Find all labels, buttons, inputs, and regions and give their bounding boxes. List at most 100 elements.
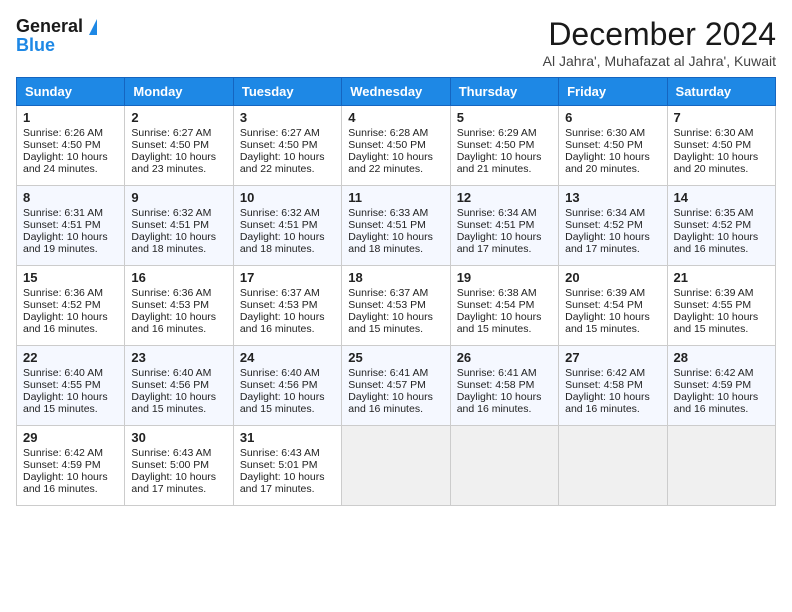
cell-line: Daylight: 10 hours xyxy=(348,391,443,403)
cell-line: Sunrise: 6:43 AM xyxy=(240,447,335,459)
cell-line: Sunset: 4:51 PM xyxy=(131,219,226,231)
cell-line: and 15 minutes. xyxy=(348,323,443,335)
cell-line: Daylight: 10 hours xyxy=(348,151,443,163)
cell-line: and 16 minutes. xyxy=(240,323,335,335)
cell-line: Sunset: 4:50 PM xyxy=(565,139,660,151)
cell-line: Daylight: 10 hours xyxy=(131,471,226,483)
cell-line: Sunrise: 6:42 AM xyxy=(565,367,660,379)
day-number: 25 xyxy=(348,350,443,365)
calendar-cell: 12Sunrise: 6:34 AMSunset: 4:51 PMDayligh… xyxy=(450,186,558,266)
day-number: 29 xyxy=(23,430,118,445)
day-number: 6 xyxy=(565,110,660,125)
cell-line: Sunrise: 6:29 AM xyxy=(457,127,552,139)
day-number: 8 xyxy=(23,190,118,205)
calendar-cell: 10Sunrise: 6:32 AMSunset: 4:51 PMDayligh… xyxy=(233,186,341,266)
cell-line: Daylight: 10 hours xyxy=(23,471,118,483)
calendar-cell: 26Sunrise: 6:41 AMSunset: 4:58 PMDayligh… xyxy=(450,346,558,426)
cell-line: Sunset: 4:52 PM xyxy=(565,219,660,231)
day-number: 28 xyxy=(674,350,769,365)
day-number: 4 xyxy=(348,110,443,125)
day-number: 17 xyxy=(240,270,335,285)
cell-line: and 16 minutes. xyxy=(457,403,552,415)
day-number: 14 xyxy=(674,190,769,205)
cell-line: Sunset: 4:50 PM xyxy=(348,139,443,151)
cell-line: Sunrise: 6:36 AM xyxy=(131,287,226,299)
calendar-cell: 28Sunrise: 6:42 AMSunset: 4:59 PMDayligh… xyxy=(667,346,775,426)
logo: General Blue xyxy=(16,16,97,56)
calendar-cell: 20Sunrise: 6:39 AMSunset: 4:54 PMDayligh… xyxy=(559,266,667,346)
cell-line: Sunrise: 6:34 AM xyxy=(457,207,552,219)
calendar-cell: 3Sunrise: 6:27 AMSunset: 4:50 PMDaylight… xyxy=(233,106,341,186)
day-number: 13 xyxy=(565,190,660,205)
day-number: 20 xyxy=(565,270,660,285)
calendar-cell: 31Sunrise: 6:43 AMSunset: 5:01 PMDayligh… xyxy=(233,426,341,506)
col-header-sunday: Sunday xyxy=(17,78,125,106)
calendar-header-row: SundayMondayTuesdayWednesdayThursdayFrid… xyxy=(17,78,776,106)
logo-shape-icon xyxy=(89,19,97,35)
cell-line: Sunrise: 6:32 AM xyxy=(240,207,335,219)
cell-line: Sunrise: 6:30 AM xyxy=(674,127,769,139)
col-header-saturday: Saturday xyxy=(667,78,775,106)
cell-line: Sunset: 4:51 PM xyxy=(240,219,335,231)
cell-line: Sunrise: 6:38 AM xyxy=(457,287,552,299)
cell-line: Sunset: 4:50 PM xyxy=(240,139,335,151)
cell-line: Daylight: 10 hours xyxy=(674,151,769,163)
calendar-cell: 30Sunrise: 6:43 AMSunset: 5:00 PMDayligh… xyxy=(125,426,233,506)
calendar-week-row: 22Sunrise: 6:40 AMSunset: 4:55 PMDayligh… xyxy=(17,346,776,426)
cell-line: Sunset: 4:50 PM xyxy=(23,139,118,151)
cell-line: Daylight: 10 hours xyxy=(131,231,226,243)
calendar-cell: 4Sunrise: 6:28 AMSunset: 4:50 PMDaylight… xyxy=(342,106,450,186)
day-number: 16 xyxy=(131,270,226,285)
cell-line: Sunset: 4:58 PM xyxy=(457,379,552,391)
calendar-cell xyxy=(667,426,775,506)
cell-line: and 16 minutes. xyxy=(348,403,443,415)
day-number: 7 xyxy=(674,110,769,125)
cell-line: Daylight: 10 hours xyxy=(674,231,769,243)
calendar-cell: 18Sunrise: 6:37 AMSunset: 4:53 PMDayligh… xyxy=(342,266,450,346)
cell-line: Sunrise: 6:30 AM xyxy=(565,127,660,139)
day-number: 1 xyxy=(23,110,118,125)
calendar-title-section: December 2024 Al Jahra', Muhafazat al Ja… xyxy=(543,16,776,69)
cell-line: Sunrise: 6:37 AM xyxy=(240,287,335,299)
cell-line: Daylight: 10 hours xyxy=(131,391,226,403)
cell-line: Daylight: 10 hours xyxy=(565,311,660,323)
cell-line: and 15 minutes. xyxy=(23,403,118,415)
cell-line: Sunrise: 6:37 AM xyxy=(348,287,443,299)
cell-line: and 15 minutes. xyxy=(131,403,226,415)
cell-line: Daylight: 10 hours xyxy=(348,231,443,243)
cell-line: Daylight: 10 hours xyxy=(565,151,660,163)
cell-line: Daylight: 10 hours xyxy=(23,231,118,243)
calendar-cell xyxy=(559,426,667,506)
cell-line: and 16 minutes. xyxy=(23,483,118,495)
day-number: 2 xyxy=(131,110,226,125)
cell-line: Daylight: 10 hours xyxy=(565,231,660,243)
cell-line: Daylight: 10 hours xyxy=(457,311,552,323)
cell-line: and 20 minutes. xyxy=(674,163,769,175)
calendar-cell: 1Sunrise: 6:26 AMSunset: 4:50 PMDaylight… xyxy=(17,106,125,186)
cell-line: Daylight: 10 hours xyxy=(457,151,552,163)
cell-line: Daylight: 10 hours xyxy=(240,151,335,163)
col-header-friday: Friday xyxy=(559,78,667,106)
page-header: General Blue December 2024 Al Jahra', Mu… xyxy=(16,16,776,69)
cell-line: Daylight: 10 hours xyxy=(240,311,335,323)
cell-line: and 16 minutes. xyxy=(23,323,118,335)
calendar-cell: 9Sunrise: 6:32 AMSunset: 4:51 PMDaylight… xyxy=(125,186,233,266)
day-number: 26 xyxy=(457,350,552,365)
cell-line: Sunset: 4:53 PM xyxy=(348,299,443,311)
day-number: 27 xyxy=(565,350,660,365)
cell-line: Sunset: 4:51 PM xyxy=(457,219,552,231)
cell-line: Sunset: 4:51 PM xyxy=(23,219,118,231)
cell-line: Sunset: 4:50 PM xyxy=(131,139,226,151)
col-header-tuesday: Tuesday xyxy=(233,78,341,106)
calendar-cell: 19Sunrise: 6:38 AMSunset: 4:54 PMDayligh… xyxy=(450,266,558,346)
cell-line: Sunrise: 6:42 AM xyxy=(23,447,118,459)
calendar-cell: 29Sunrise: 6:42 AMSunset: 4:59 PMDayligh… xyxy=(17,426,125,506)
cell-line: Daylight: 10 hours xyxy=(348,311,443,323)
cell-line: Sunrise: 6:32 AM xyxy=(131,207,226,219)
col-header-monday: Monday xyxy=(125,78,233,106)
cell-line: and 15 minutes. xyxy=(674,323,769,335)
cell-line: Sunset: 4:55 PM xyxy=(674,299,769,311)
cell-line: and 19 minutes. xyxy=(23,243,118,255)
cell-line: and 24 minutes. xyxy=(23,163,118,175)
cell-line: Daylight: 10 hours xyxy=(240,231,335,243)
